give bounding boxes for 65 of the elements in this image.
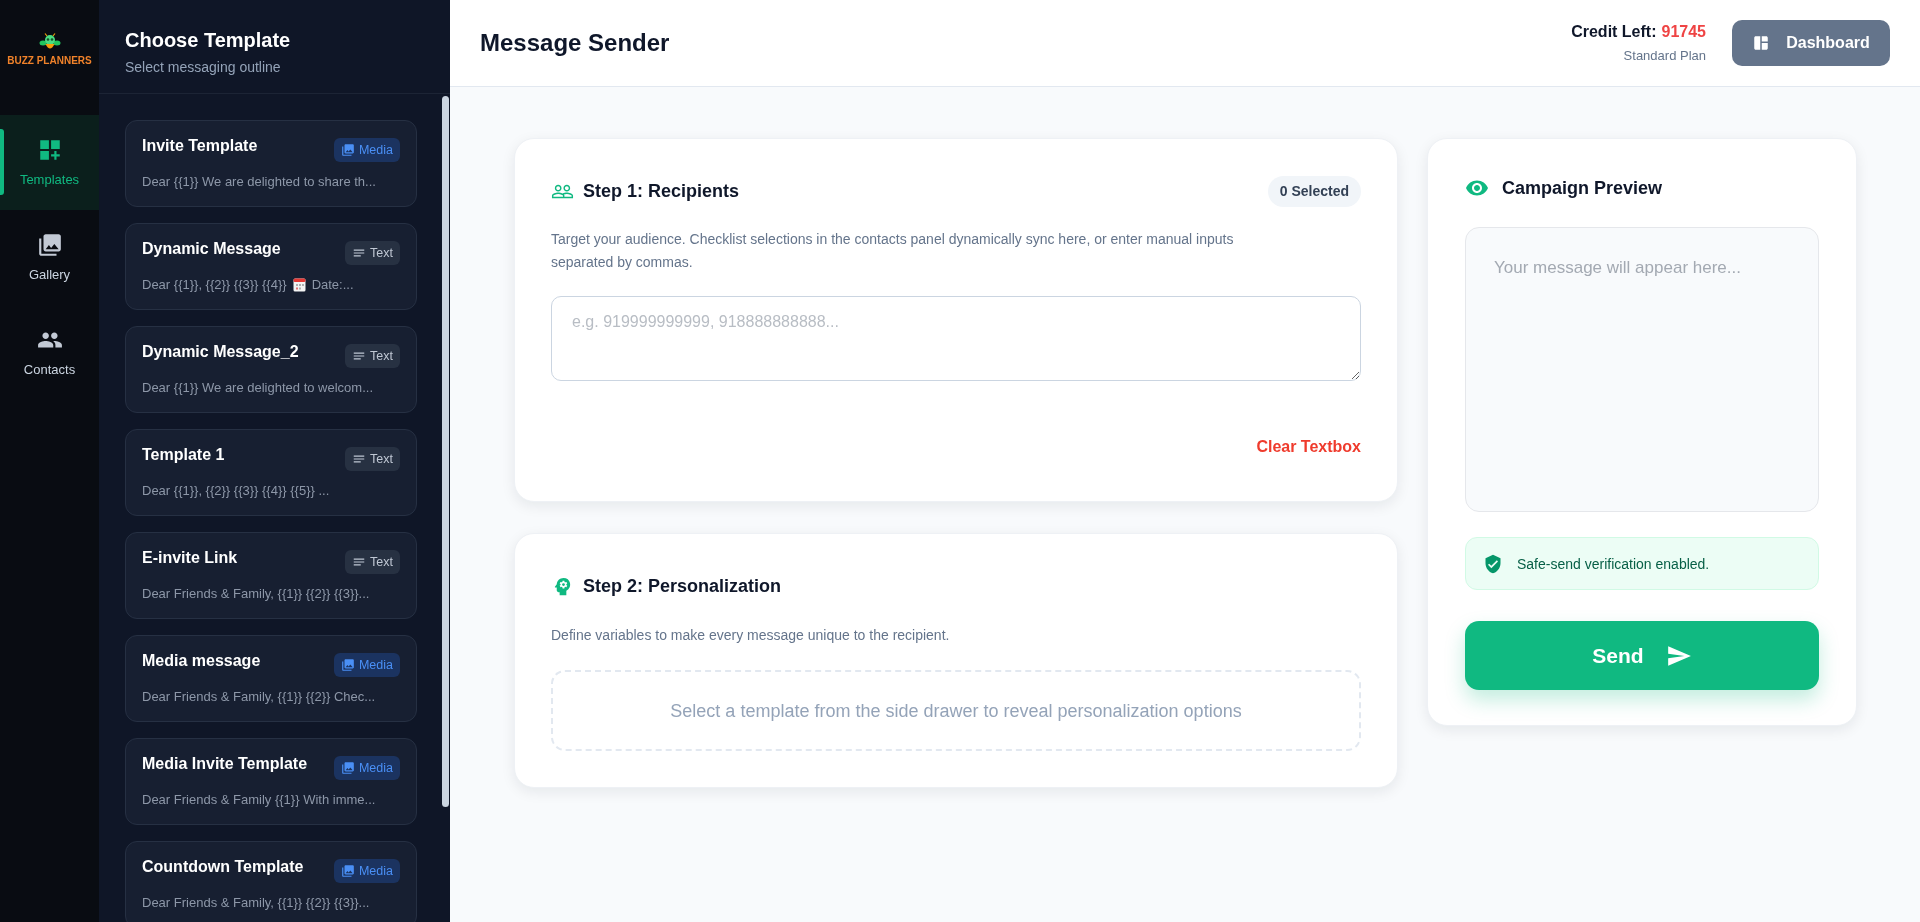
template-preview: Dear {{1}}, {{2}} {{3}} {{4}} {{5}} ... [142, 482, 330, 500]
template-card[interactable]: E-invite Link Text Dear Friends & Family, {{1}} {{2}} {{3}}... [125, 532, 417, 619]
shield-check-icon [1483, 553, 1503, 574]
safe-send-text: Safe-send verification enabled. [1517, 554, 1710, 573]
template-card[interactable]: Dynamic Message_2 Text Dear {{1}} We are delighted to welcom... [125, 326, 417, 413]
step-title: Step 1: Recipients [583, 180, 740, 203]
template-preview: Dear Friends & Family {{1}} With imme... [142, 791, 376, 809]
type-badge: Text [345, 447, 400, 471]
brand-name: BUZZ PLANNERS [7, 55, 92, 67]
dashboard-icon [1752, 34, 1771, 52]
template-name: Media Invite Template [142, 754, 308, 774]
empty-state-text: Select a template from the side drawer to reveal personalization options [670, 699, 1242, 723]
recipients-input[interactable]: e.g. 919999999999, 918888888888... [551, 296, 1361, 381]
template-preview: Dear Friends & Family, {{1}} {{2}} {{3}}... [142, 585, 370, 603]
template-card[interactable]: Dynamic Message Text Dear {{1}}, {{2}} {{3}} {{4}} Date:... [125, 223, 417, 310]
photo-stack-icon [36, 232, 63, 258]
preview-title: Campaign Preview [1502, 177, 1663, 200]
photo-stack-icon [340, 143, 355, 157]
step-description: Define variables to make every message unique to the recipient. [551, 626, 951, 645]
nav-item[interactable]: Gallery [0, 210, 99, 305]
drawer-title: Choose Template [125, 28, 292, 53]
page-title: Message Sender [480, 28, 670, 58]
template-name: Template 1 [142, 445, 225, 465]
clear-textbox-button[interactable]: Clear Textbox [1256, 437, 1361, 457]
type-badge: Text [345, 344, 400, 368]
template-name: E-invite Link [142, 548, 238, 568]
dashboard-button[interactable]: Dashboard [1732, 20, 1890, 66]
calendar-icon [292, 278, 306, 292]
template-card[interactable]: Countdown Template Media Dear Friends & Family, {{1}} {{2}} {{3}}... [125, 841, 417, 922]
template-name: Invite Template [142, 136, 258, 156]
credit-label: Credit Left: [1571, 21, 1657, 42]
selected-count-badge: 0 Selected [1267, 175, 1361, 207]
photo-stack-icon [340, 761, 355, 775]
plan-name: Standard Plan [1623, 46, 1706, 65]
message-preview-field[interactable]: Your message will appear here... [1465, 227, 1819, 512]
photo-stack-icon [340, 658, 355, 672]
template-name: Dynamic Message_2 [142, 342, 299, 362]
template-name: Countdown Template [142, 857, 304, 877]
template-preview: Dear Friends & Family, {{1}} {{2}} {{3}}... [142, 894, 370, 912]
type-badge: Media [333, 653, 400, 677]
step-title: Step 2: Personalization [583, 575, 782, 598]
template-card[interactable]: Template 1 Text Dear {{1}}, {{2}} {{3}} {{4}} {{5}} ... [125, 429, 417, 516]
template-card[interactable]: Media message Media Dear Friends & Family, {{1}} {{2}} Chec... [125, 635, 417, 722]
type-badge: Media [333, 138, 400, 162]
template-card[interactable]: Media Invite Template Media Dear Friends & Family {{1}} With imme... [125, 738, 417, 825]
scrollbar-thumb[interactable] [442, 96, 449, 807]
credit-value: 91745 [1661, 21, 1706, 42]
template-preview: Dear {{1}} We are delighted to share th... [142, 173, 376, 191]
template-preview: Dear {{1}}, {{2}} {{3}} {{4}} [142, 276, 287, 294]
nav-item[interactable]: Templates [0, 115, 99, 210]
type-badge: Text [345, 241, 400, 265]
drawer-subtitle: Select messaging outline [125, 58, 282, 76]
template-preview: Date:... [311, 276, 354, 294]
template-name: Dynamic Message [142, 239, 281, 259]
step-description: Target your audience. Checklist selections in the contacts panel dynamically sync here, or enter manual inputs separated by commas. [551, 230, 1235, 272]
nav-item[interactable]: Contacts [0, 305, 99, 400]
template-preview: Dear Friends & Family, {{1}} {{2}} Chec... [142, 688, 376, 706]
type-badge: Media [333, 859, 400, 883]
selection-bar [0, 129, 4, 195]
template-preview: Dear {{1}} We are delighted to welcom... [142, 379, 373, 397]
type-badge: Media [333, 756, 400, 780]
photo-stack-icon [340, 864, 355, 878]
template-card[interactable]: Invite Template Media Dear {{1}} We are delighted to share th... [125, 120, 417, 207]
type-badge: Text [345, 550, 400, 574]
template-name: Media message [142, 651, 261, 671]
